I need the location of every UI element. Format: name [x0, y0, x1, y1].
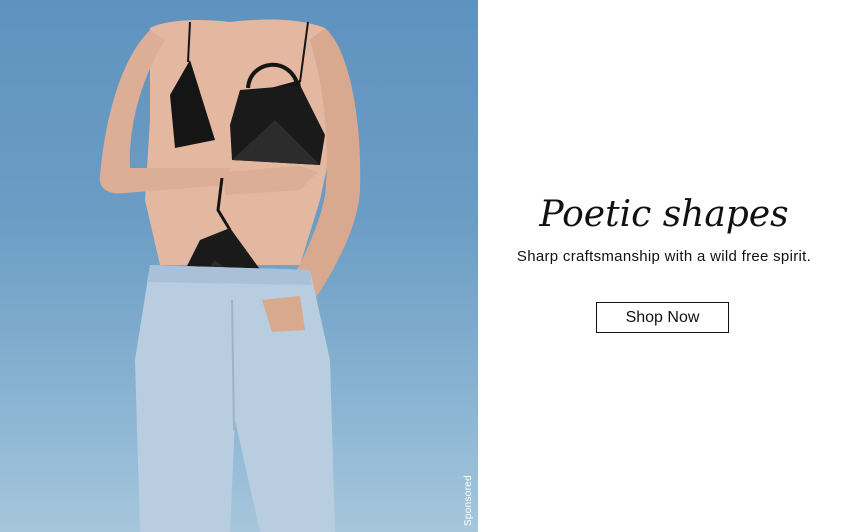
headline: Poetic shapes: [539, 194, 789, 235]
product-photo[interactable]: Sponsored: [0, 0, 478, 532]
model-with-bags-illustration: [99, 19, 361, 532]
ad-copy: Poetic shapes Sharp craftsmanship with a…: [478, 0, 850, 532]
ad-banner[interactable]: Sponsored Poetic shapes Sharp craftsmans…: [0, 0, 850, 532]
subline: Sharp craftsmanship with a wild free spi…: [516, 248, 812, 265]
sponsored-label: Sponsored: [463, 474, 474, 526]
shop-now-button[interactable]: Shop Now: [596, 302, 729, 333]
